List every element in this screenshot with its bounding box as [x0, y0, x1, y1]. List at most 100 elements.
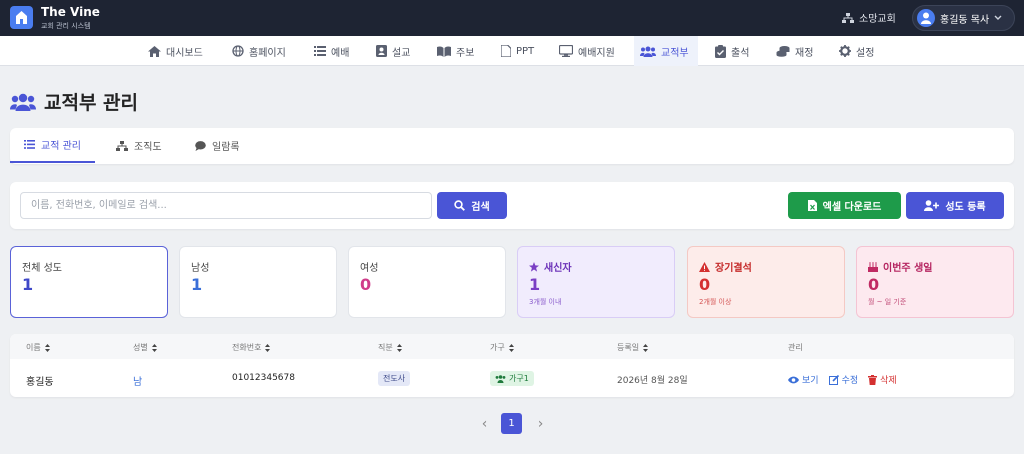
star-icon — [529, 261, 539, 272]
sort-icon — [643, 343, 649, 352]
cake-icon — [868, 261, 878, 272]
trash-icon — [868, 374, 878, 385]
sort-icon — [151, 343, 157, 352]
sort-icon — [44, 343, 50, 352]
prev-page-button[interactable]: ‹ — [474, 413, 495, 434]
clipboard-check-icon — [715, 44, 726, 58]
stat-value: 0 — [699, 275, 711, 294]
page-title: 교적부 관리 — [10, 88, 138, 115]
nav-item-bulletin[interactable]: 주보 — [431, 36, 480, 66]
column-header-position[interactable]: 직분 — [378, 342, 402, 353]
tab-bar: 교적 관리 조직도 일람록 — [10, 128, 1014, 164]
nav-item-settings[interactable]: 설정 — [833, 36, 880, 66]
stat-label: 여성 — [360, 263, 379, 274]
church-selector[interactable]: 소망교회 — [842, 10, 896, 25]
nav-item-dashboard[interactable]: 대시보드 — [142, 36, 209, 66]
stat-value: 0 — [360, 275, 372, 294]
nav-item-sermon[interactable]: 설교 — [370, 36, 416, 66]
column-header-name[interactable]: 이름 — [26, 342, 50, 353]
users-icon — [10, 93, 36, 111]
stat-label: 이번주 생일 — [868, 259, 932, 274]
church-name: 소망교회 — [859, 14, 896, 25]
stat-male[interactable]: 남성 1 — [179, 246, 337, 318]
stat-label: 장기결석 — [699, 259, 752, 274]
stat-long-absent[interactable]: 장기결석 0 2개월 이상 — [687, 246, 845, 318]
column-header-actions: 관리 — [788, 343, 803, 352]
nav-item-homepage[interactable]: 홈페이지 — [226, 36, 292, 66]
nav-item-worship-support[interactable]: 예배지원 — [553, 36, 621, 66]
stat-value: 1 — [529, 275, 541, 294]
cell-name: 홍길동 — [26, 377, 54, 388]
sitemap-icon — [116, 140, 128, 151]
open-book-icon — [437, 45, 451, 57]
column-header-registered[interactable]: 등록일 — [617, 342, 649, 353]
stat-value: 1 — [22, 275, 34, 294]
monitor-icon — [559, 45, 573, 57]
nav-item-attendance[interactable]: 출석 — [709, 36, 755, 66]
users-icon — [495, 374, 506, 383]
add-member-button[interactable]: 성도 등록 — [906, 192, 1004, 219]
nav-item-membership[interactable]: 교적부 — [634, 36, 698, 66]
main-nav: 대시보드 홈페이지 예배 설교 주보 PPT 예배지원 교적부 출석 재정 설정 — [0, 36, 1024, 66]
column-header-household[interactable]: 가구 — [490, 342, 514, 353]
column-header-gender[interactable]: 성별 — [133, 342, 157, 353]
tab-org-chart[interactable]: 조직도 — [102, 128, 176, 163]
tab-directory[interactable]: 일람록 — [181, 128, 254, 163]
user-menu[interactable]: 홍길동 목사 — [912, 5, 1015, 31]
home-icon — [148, 45, 161, 57]
nav-item-finance[interactable]: 재정 — [770, 36, 819, 66]
list-icon — [314, 46, 326, 56]
list-icon — [24, 140, 35, 149]
stat-sub: 2개월 이상 — [699, 298, 732, 306]
delete-button[interactable]: 삭제 — [868, 373, 897, 386]
cell-gender: 남 — [133, 377, 143, 388]
tab-member-management[interactable]: 교적 관리 — [10, 128, 95, 163]
stat-value: 1 — [191, 275, 203, 294]
sort-icon — [508, 343, 514, 352]
next-page-button[interactable]: › — [530, 413, 551, 434]
logo[interactable] — [10, 6, 33, 29]
stat-total-members[interactable]: 전체 성도 1 — [10, 246, 168, 318]
eye-icon — [788, 376, 799, 383]
page-1-button[interactable]: 1 — [501, 413, 522, 434]
stat-label: 남성 — [191, 263, 210, 274]
comment-icon — [195, 140, 206, 151]
position-badge: 전도사 — [378, 371, 411, 386]
gear-icon — [839, 45, 851, 57]
household-badge[interactable]: 가구1 — [490, 371, 534, 386]
sitemap-icon — [842, 12, 854, 23]
top-bar: The Vine 교회 관리 시스템 소망교회 홍길동 목사 — [0, 0, 1024, 36]
stat-female[interactable]: 여성 0 — [348, 246, 506, 318]
users-icon — [640, 46, 656, 57]
stat-label: 새신자 — [529, 259, 572, 274]
file-excel-icon — [807, 200, 817, 211]
search-button[interactable]: 검색 — [437, 192, 507, 219]
column-header-phone[interactable]: 전화번호 — [232, 342, 271, 353]
sort-icon — [265, 343, 271, 352]
stat-label: 전체 성도 — [22, 263, 62, 274]
cell-registered: 2026년 8월 28일 — [617, 376, 688, 386]
nav-item-worship[interactable]: 예배 — [308, 36, 355, 66]
brand-subtitle: 교회 관리 시스템 — [41, 22, 91, 30]
user-name: 홍길동 목사 — [940, 14, 990, 26]
cell-actions: 보기 수정 삭제 — [788, 373, 897, 386]
nav-item-ppt[interactable]: PPT — [495, 36, 540, 66]
edit-button[interactable]: 수정 — [828, 373, 858, 386]
book-user-icon — [376, 45, 387, 57]
search-icon — [454, 200, 466, 211]
stat-sub: 3개월 이내 — [529, 298, 562, 306]
stat-newcomers[interactable]: 새신자 1 3개월 이내 — [517, 246, 675, 318]
cell-phone: 01012345678 — [232, 373, 295, 383]
sort-icon — [396, 343, 402, 352]
stat-sub: 월 ~ 일 기준 — [868, 298, 907, 306]
file-icon — [501, 45, 511, 57]
coins-icon — [776, 46, 790, 57]
excel-download-button[interactable]: 엑셀 다운로드 — [788, 192, 901, 219]
cell-household: 가구1 — [490, 371, 534, 386]
view-button[interactable]: 보기 — [788, 373, 819, 386]
search-input[interactable] — [20, 192, 432, 219]
chevron-down-icon — [994, 15, 1002, 20]
stat-birthdays[interactable]: 이번주 생일 0 월 ~ 일 기준 — [856, 246, 1014, 318]
brand-title: The Vine — [41, 5, 100, 19]
stat-value: 0 — [868, 275, 880, 294]
